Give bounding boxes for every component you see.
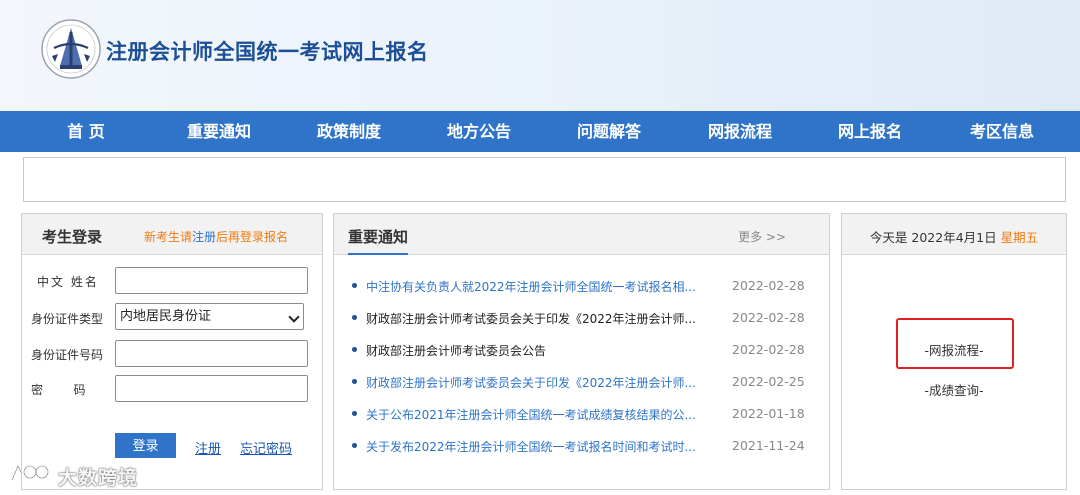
notice-item: 关于发布2022年注册会计师全国统一考试报名时间和考试时... 2021-11-2…: [352, 436, 822, 456]
nav-exam-area[interactable]: 考区信息: [947, 111, 1057, 152]
notice-link[interactable]: 财政部注册会计师考试委员会关于印发《2022年注册会计师...: [366, 310, 704, 327]
nav-policy[interactable]: 政策制度: [294, 111, 404, 152]
notice-date: 2022-02-28: [732, 310, 805, 325]
id-number-input[interactable]: [115, 340, 308, 367]
nav-notices[interactable]: 重要通知: [164, 111, 274, 152]
today-date: 今天是 2022年4月1日 星期五: [842, 227, 1066, 246]
process-link[interactable]: -网报流程-: [842, 340, 1066, 359]
nav-registration[interactable]: 网上报名: [815, 111, 925, 152]
bullet-icon: [352, 347, 357, 352]
login-hint-prefix: 新考生请: [144, 230, 193, 244]
login-panel-header: 考生登录 新考生请注册后再登录报名: [22, 214, 322, 255]
notice-item: 关于公布2021年注册会计师全国统一考试成绩复核结果的公... 2022-01-1…: [352, 404, 822, 424]
notices-panel: 重要通知 更多 >> 中注协有关负责人就2022年注册会计师全国统一考试报名相.…: [333, 213, 830, 490]
login-panel: 考生登录 新考生请注册后再登录报名 中文 姓名 身份证件类型 内地居民身份证 身…: [21, 213, 323, 490]
main-nav: 首 页 重要通知 政策制度 地方公告 问题解答 网报流程 网上报名 考区信息: [0, 111, 1080, 152]
login-hint-register[interactable]: 注册: [192, 230, 216, 244]
date-panel: 今天是 2022年4月1日 星期五 -网报流程- -成绩查询-: [841, 213, 1067, 490]
chevron-down-icon: [288, 311, 300, 323]
login-title: 考生登录: [42, 228, 103, 246]
id-type-select[interactable]: 内地居民身份证: [115, 303, 304, 330]
date-panel-header: 今天是 2022年4月1日 星期五: [842, 214, 1066, 255]
login-button[interactable]: 登录: [115, 433, 176, 458]
today-weekday: 星期五: [1000, 230, 1039, 245]
notice-item: 财政部注册会计师考试委员会关于印发《2022年注册会计师... 2022-02-2…: [352, 372, 822, 392]
id-type-label: 身份证件类型: [31, 312, 104, 326]
nav-home[interactable]: 首 页: [31, 111, 141, 152]
notice-date: 2022-01-18: [732, 406, 805, 421]
login-hint-suffix: 后再登录报名: [216, 230, 289, 244]
bullet-icon: [352, 379, 357, 384]
nav-faq[interactable]: 问题解答: [554, 111, 664, 152]
notice-date: 2021-11-24: [732, 438, 805, 453]
watermark-logo-icon: [10, 464, 50, 481]
bullet-icon: [352, 283, 357, 288]
notice-date: 2022-02-28: [732, 342, 805, 357]
notice-link[interactable]: 财政部注册会计师考试委员会关于印发《2022年注册会计师...: [366, 374, 704, 391]
register-link[interactable]: 注册: [195, 438, 221, 457]
banner-area: [23, 157, 1066, 202]
forgot-password-link[interactable]: 忘记密码: [240, 438, 292, 457]
more-link[interactable]: 更多 >>: [738, 228, 786, 245]
notice-date: 2022-02-25: [732, 374, 805, 389]
notice-date: 2022-02-28: [732, 278, 805, 293]
bullet-icon: [352, 411, 357, 416]
notices-panel-header: 重要通知 更多 >>: [334, 214, 829, 255]
nav-local[interactable]: 地方公告: [424, 111, 534, 152]
name-label: 中文 姓名: [37, 275, 99, 289]
notice-item: 财政部注册会计师考试委员会关于印发《2022年注册会计师... 2022-02-2…: [352, 308, 822, 328]
cicpa-logo-icon: [41, 19, 101, 79]
notice-link[interactable]: 关于发布2022年注册会计师全国统一考试报名时间和考试时...: [366, 438, 704, 455]
notices-title: 重要通知: [348, 226, 409, 255]
notice-link[interactable]: 财政部注册会计师考试委员会公告: [366, 342, 704, 359]
login-hint: 新考生请注册后再登录报名: [144, 228, 288, 245]
password-label: 密 码: [31, 383, 86, 397]
notice-item: 中注协有关负责人就2022年注册会计师全国统一考试报名相... 2022-02-2…: [352, 276, 822, 296]
notice-link[interactable]: 关于公布2021年注册会计师全国统一考试成绩复核结果的公...: [366, 406, 704, 423]
id-number-label: 身份证件号码: [31, 348, 104, 362]
nav-process[interactable]: 网报流程: [685, 111, 795, 152]
score-query-link[interactable]: -成绩查询-: [842, 380, 1066, 399]
password-input[interactable]: [115, 375, 308, 402]
notice-item: 财政部注册会计师考试委员会公告 2022-02-28: [352, 340, 822, 360]
bullet-icon: [352, 443, 357, 448]
today-date-text: 今天是 2022年4月1日: [869, 230, 1001, 245]
watermark-text: 大数跨境: [58, 467, 139, 489]
site-title: 注册会计师全国统一考试网上报名: [106, 40, 429, 64]
notice-link[interactable]: 中注协有关负责人就2022年注册会计师全国统一考试报名相...: [366, 278, 704, 295]
id-type-value: 内地居民身份证: [120, 309, 212, 324]
bullet-icon: [352, 315, 357, 320]
name-input[interactable]: [115, 267, 308, 294]
site-header: 注册会计师全国统一考试网上报名: [0, 0, 1080, 111]
